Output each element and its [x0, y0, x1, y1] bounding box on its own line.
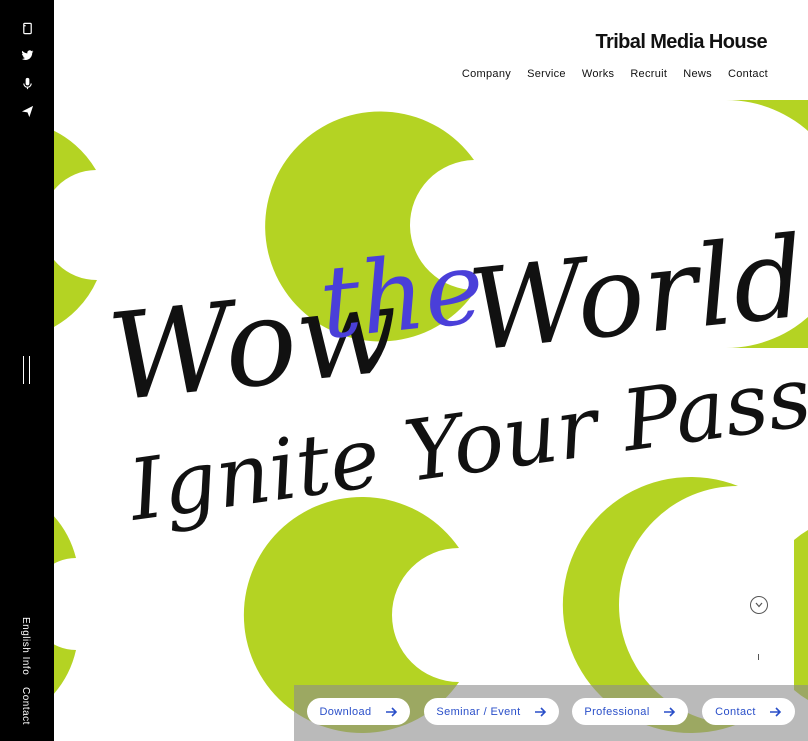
nav-service[interactable]: Service [527, 68, 566, 80]
arrow-right-icon [385, 706, 398, 717]
nav-contact[interactable]: Contact [728, 68, 768, 80]
professional-label: Professional [584, 705, 650, 718]
nav-works[interactable]: Works [582, 68, 614, 80]
contact-button[interactable]: Contact [702, 698, 795, 725]
microphone-icon[interactable] [19, 75, 35, 91]
download-label: Download [319, 705, 372, 718]
nav-recruit[interactable]: Recruit [630, 68, 667, 80]
arrow-right-icon [663, 706, 676, 717]
menu-toggle-button[interactable] [22, 356, 32, 384]
professional-button[interactable]: Professional [572, 698, 688, 725]
seminar-label: Seminar / Event [436, 705, 521, 718]
hero-section: Wow the World, Ignite Your Passion! Trib… [54, 0, 808, 741]
arrow-right-icon [769, 706, 782, 717]
cta-bar: Download Seminar / Event Professional Co… [294, 685, 808, 741]
arrow-right-icon [534, 706, 547, 717]
send-icon[interactable] [19, 103, 35, 119]
seminar-event-button[interactable]: Seminar / Event [424, 698, 559, 725]
nav-company[interactable]: Company [462, 68, 511, 80]
cta-contact-label: Contact [715, 705, 756, 718]
main-nav: Company Service Works Recruit News Conta… [462, 68, 768, 80]
hero-graphic: Wow the World, Ignite Your Passion! [54, 100, 808, 733]
scroll-indicator [758, 654, 759, 660]
download-button[interactable]: Download [307, 698, 410, 725]
left-sidebar: English Info Contact [0, 0, 54, 741]
nav-news[interactable]: News [683, 68, 712, 80]
sidebar-contact-link[interactable]: Contact [20, 687, 31, 725]
chevron-down-icon [755, 602, 763, 608]
note-icon[interactable] [19, 20, 35, 36]
brand-logo[interactable]: Tribal Media House [596, 31, 768, 54]
twitter-icon[interactable] [19, 47, 35, 63]
scroll-down-button[interactable] [750, 596, 768, 614]
hero-word-world: World, [463, 209, 808, 377]
english-info-link[interactable]: English Info [20, 617, 31, 675]
